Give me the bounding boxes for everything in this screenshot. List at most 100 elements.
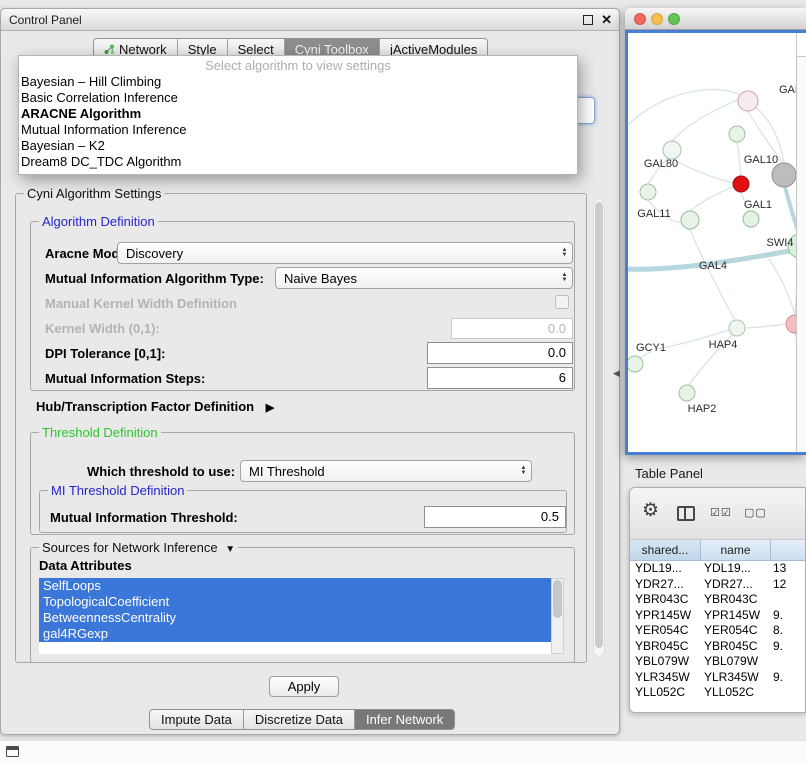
which-threshold-value: MI Threshold [241, 464, 516, 479]
sources-group-title[interactable]: Sources for Network Inference ▼ [39, 540, 238, 557]
network-node-label: GAL11 [637, 208, 670, 220]
splitter-collapse-icon[interactable]: ◀ [613, 368, 620, 379]
column-header[interactable] [771, 540, 805, 561]
chevron-updown-icon: ▲▼ [557, 243, 572, 263]
data-attribute-item[interactable]: TopologicalCoefficient [39, 594, 551, 610]
scrollbar-button[interactable] [797, 33, 806, 57]
cyni-settings-title: Cyni Algorithm Settings [24, 186, 164, 201]
data-attribute-item[interactable]: gal4RGexp [39, 626, 551, 642]
table-cell: 12 [771, 577, 805, 593]
network-node[interactable] [738, 91, 758, 111]
data-attribute-item[interactable]: SelfLoops [39, 578, 551, 594]
network-node-label: GAL80 [644, 158, 678, 170]
hub-definition-section[interactable]: Hub/Transcription Factor Definition ▶ [36, 399, 274, 414]
network-node[interactable] [743, 211, 759, 227]
table-row[interactable]: YDL19...YDL19...13 [630, 561, 805, 577]
column-header[interactable]: shared... [630, 540, 701, 561]
table-cell: YBR045C [701, 639, 771, 655]
threshold-definition-title: Threshold Definition [39, 425, 161, 440]
tab-discretize-data[interactable]: Discretize Data [244, 710, 355, 729]
settings-scrollbar[interactable] [593, 199, 605, 657]
column-header[interactable]: name [701, 540, 771, 561]
mi-steps-field[interactable]: 6 [427, 367, 573, 389]
table-cell [771, 654, 805, 670]
dpi-tolerance-field[interactable]: 0.0 [427, 342, 573, 364]
algorithm-option-bayesian-k2[interactable]: Bayesian – K2 [19, 138, 577, 154]
chevron-updown-icon: ▲▼ [516, 461, 531, 481]
popup-placeholder: Select algorithm to view settings [19, 57, 577, 74]
minimize-traffic-light-icon[interactable] [651, 13, 663, 25]
which-threshold-label: Which threshold to use: [87, 464, 235, 480]
which-threshold-select[interactable]: MI Threshold ▲▼ [240, 460, 532, 482]
network-edge[interactable] [769, 259, 795, 315]
algorithm-option-aracne-algorithm[interactable]: ARACNE Algorithm [19, 106, 577, 122]
algorithm-option-mutual-information-inference[interactable]: Mutual Information Inference [19, 122, 577, 138]
network-edge[interactable] [745, 324, 787, 328]
network-edge[interactable] [737, 142, 741, 176]
tab-impute-data[interactable]: Impute Data [150, 710, 244, 729]
network-canvas[interactable]: GAL80GAL10GAL11GAL1SWI4GAL4GCY1HAP4HAP2G… [628, 33, 806, 452]
network-node[interactable] [729, 320, 745, 336]
mi-type-select[interactable]: Naive Bayes ▲▼ [275, 267, 573, 289]
table-row[interactable]: YLL052CYLL052C [630, 685, 805, 701]
triangle-right-icon[interactable]: ▶ [266, 402, 274, 414]
network-window-titlebar[interactable] [625, 8, 806, 30]
table-cell: YBR043C [701, 592, 771, 608]
table-cell: 13 [771, 561, 805, 577]
table-row[interactable]: YLR345WYLR345W9. [630, 670, 805, 686]
algorithm-definition-title: Algorithm Definition [39, 214, 158, 229]
columns-icon[interactable] [677, 506, 695, 521]
network-vertical-scrollbar[interactable] [796, 33, 806, 452]
network-node[interactable] [679, 385, 695, 401]
select-all-checkboxes-icon[interactable]: ☑☑ [710, 506, 732, 519]
table-row[interactable]: YBR043CYBR043C [630, 592, 805, 608]
hub-definition-label: Hub/Transcription Factor Definition [36, 399, 254, 414]
algorithm-option-basic-correlation-inference[interactable]: Basic Correlation Inference [19, 90, 577, 106]
triangle-down-icon[interactable]: ▼ [225, 544, 235, 555]
table-row[interactable]: YBL079WYBL079W [630, 654, 805, 670]
table-row[interactable]: YER054CYER054C8. [630, 623, 805, 639]
data-attributes-list[interactable]: SelfLoopsTopologicalCoefficientBetweenne… [39, 578, 551, 654]
network-edge[interactable] [690, 229, 735, 321]
deselect-all-checkboxes-icon[interactable]: ▢▢ [744, 506, 767, 519]
network-edge[interactable] [673, 159, 734, 183]
manual-kernel-checkbox[interactable] [555, 295, 569, 309]
network-node[interactable] [681, 211, 699, 229]
data-attribute-item[interactable]: BetweennessCentrality [39, 610, 551, 626]
scrollbar-thumb[interactable] [553, 580, 562, 618]
tab-infer-network[interactable]: Infer Network [355, 710, 454, 729]
gear-icon[interactable]: ⚙ [642, 501, 659, 521]
table-cell: 9. [771, 639, 805, 655]
scrollbar-thumb[interactable] [595, 202, 603, 648]
float-window-icon[interactable] [583, 15, 593, 25]
network-node[interactable] [729, 126, 745, 142]
network-node[interactable] [733, 176, 749, 192]
table-row[interactable]: YPR145WYPR145W9. [630, 608, 805, 624]
table-cell: YER054C [630, 623, 701, 639]
network-node[interactable] [772, 163, 796, 187]
network-node[interactable] [628, 356, 643, 372]
table-row[interactable]: YDR27...YDR27...12 [630, 577, 805, 593]
kernel-width-field[interactable]: 0.0 [451, 318, 573, 339]
table-row[interactable]: YBR045CYBR045C9. [630, 639, 805, 655]
aracne-mode-select[interactable]: Discovery ▲▼ [117, 242, 573, 264]
network-edge[interactable] [690, 186, 734, 211]
algorithm-option-bayesian-hill-climbing[interactable]: Bayesian – Hill Climbing [19, 74, 577, 90]
panel-icon[interactable] [6, 746, 19, 757]
network-node[interactable] [640, 184, 656, 200]
close-traffic-light-icon[interactable] [634, 13, 646, 25]
algorithm-popup-list: Bayesian – Hill ClimbingBasic Correlatio… [19, 74, 577, 170]
zoom-traffic-light-icon[interactable] [668, 13, 680, 25]
control-panel-titlebar[interactable]: Control Panel ✕ [1, 9, 619, 31]
network-node-label: GAL1 [744, 199, 772, 211]
network-edge[interactable] [628, 89, 744, 125]
table-cell: YBR045C [630, 639, 701, 655]
attributes-scrollbar[interactable] [551, 578, 564, 654]
algorithm-option-dream8-dc-tdc-algorithm[interactable]: Dream8 DC_TDC Algorithm [19, 154, 577, 170]
apply-button[interactable]: Apply [269, 676, 339, 697]
network-node[interactable] [663, 141, 681, 159]
network-node-label: HAP2 [688, 403, 717, 415]
close-icon[interactable]: ✕ [601, 12, 612, 28]
table-cell: YBL079W [630, 654, 701, 670]
mi-threshold-field[interactable]: 0.5 [424, 506, 566, 528]
